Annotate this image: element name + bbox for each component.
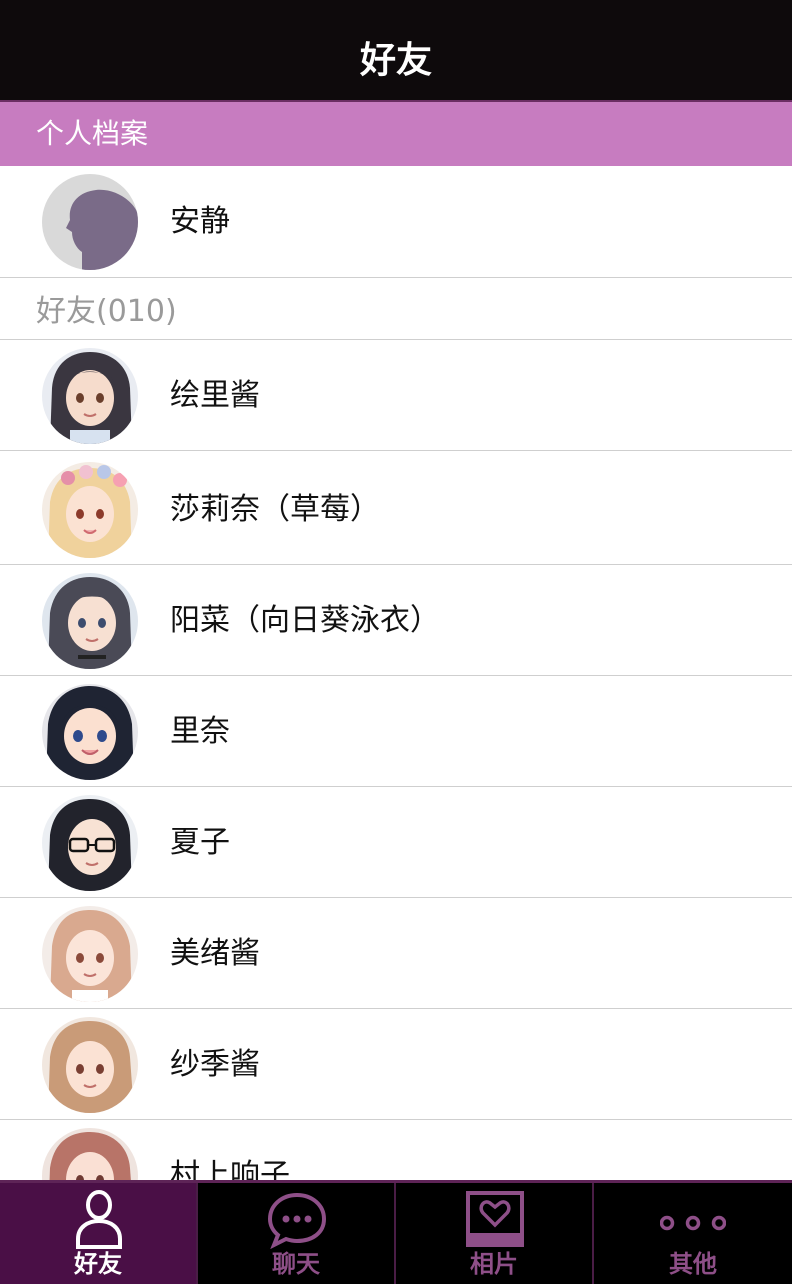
friend-row[interactable]: 绘里酱 (0, 340, 792, 451)
tab-photos[interactable]: 相片 (396, 1183, 594, 1284)
friend-avatar (42, 462, 138, 558)
friend-avatar (42, 795, 138, 891)
friend-row[interactable]: 美绪酱 (0, 898, 792, 1009)
silhouette-avatar (42, 174, 138, 270)
friend-avatar (42, 348, 138, 444)
tab-other[interactable]: 其他 (594, 1183, 792, 1284)
person-icon (66, 1189, 132, 1249)
my-profile-name: 安静 (170, 204, 230, 239)
profile-section-header: 个人档案 (0, 102, 792, 166)
tab-friends[interactable]: 好友 (0, 1183, 198, 1284)
friend-avatar (42, 906, 138, 1002)
friend-name: 莎莉奈（草莓） (170, 492, 380, 527)
friend-avatar (42, 684, 138, 780)
friend-name: 村上响子 (170, 1158, 290, 1180)
friend-row[interactable]: 村上响子 (0, 1120, 792, 1180)
profile-section-label: 个人档案 (36, 117, 149, 150)
friends-count-label: 好友(010) (36, 294, 177, 329)
page-title: 好友 (359, 40, 432, 81)
friend-avatar (42, 573, 138, 669)
friend-avatar (42, 1128, 138, 1180)
friend-name: 夏子 (170, 825, 230, 860)
my-profile-row[interactable]: 安静 (0, 166, 792, 278)
friend-row[interactable]: 莎莉奈（草莓） (0, 454, 792, 565)
friend-name: 美绪酱 (170, 936, 260, 971)
friend-row[interactable]: 纱季酱 (0, 1009, 792, 1120)
more-dots-icon (659, 1189, 727, 1249)
friend-row[interactable]: 里奈 (0, 676, 792, 787)
friend-row[interactable]: 夏子 (0, 787, 792, 898)
photo-heart-icon (462, 1189, 528, 1249)
chat-bubble-icon (264, 1189, 330, 1250)
friend-name: 绘里酱 (170, 378, 260, 413)
friend-name: 里奈 (170, 714, 230, 749)
tab-chat[interactable]: 聊天 (198, 1183, 396, 1284)
friends-group-header: 好友(010) (0, 278, 792, 340)
bottom-tab-bar: 好友 聊天 相片 其他 (0, 1180, 792, 1284)
friends-list[interactable]: 绘里酱 莎莉奈（草莓） 阳菜（向日葵泳衣） 里奈 夏子 美绪酱 纱季酱 村上响子 (0, 340, 792, 1180)
friend-name: 阳菜（向日葵泳衣） (170, 603, 440, 638)
tab-chat-label: 聊天 (272, 1250, 320, 1278)
friend-name: 纱季酱 (170, 1047, 260, 1082)
tab-photos-label: 相片 (470, 1250, 518, 1278)
tab-other-label: 其他 (669, 1250, 717, 1278)
tab-friends-label: 好友 (74, 1250, 122, 1278)
app-header: 好友 (0, 0, 792, 102)
friend-row[interactable]: 阳菜（向日葵泳衣） (0, 565, 792, 676)
friend-avatar (42, 1017, 138, 1113)
